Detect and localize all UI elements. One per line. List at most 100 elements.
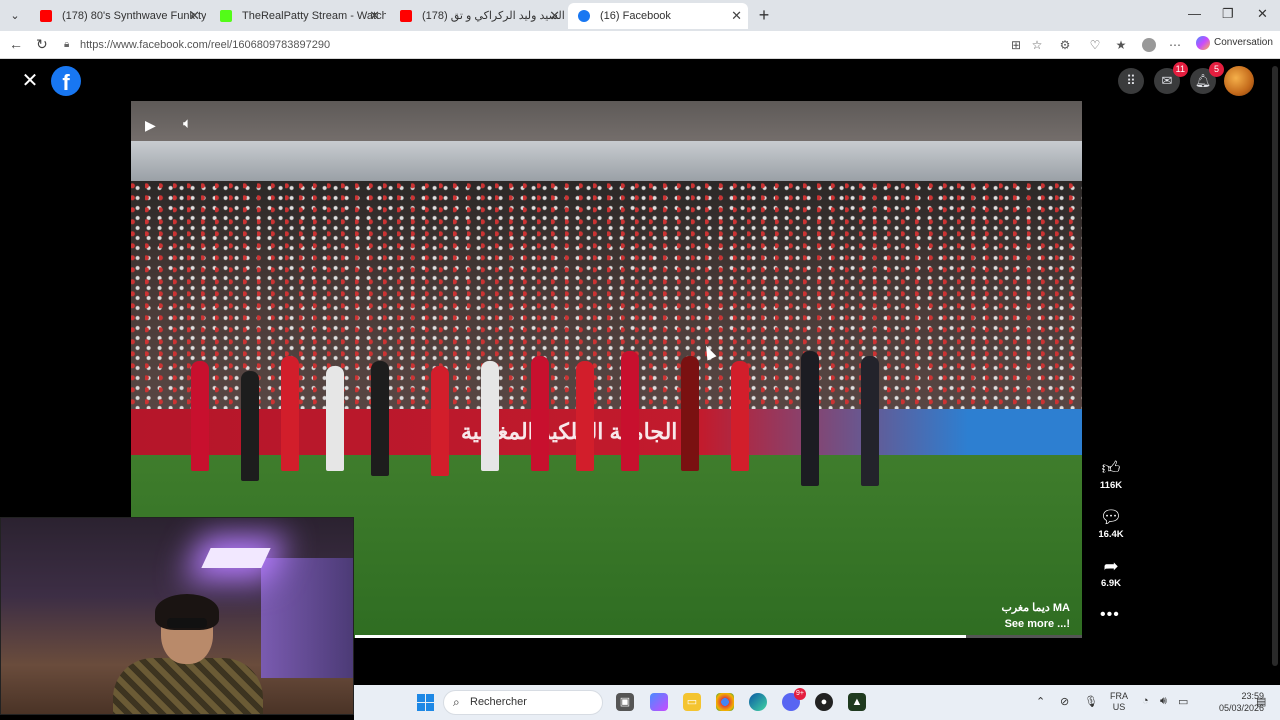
- webcam-person-body: [113, 658, 263, 714]
- comment-icon: 💬︎: [1099, 507, 1123, 527]
- notifications-bell-icon[interactable]: 🔔︎ 5: [1190, 62, 1224, 94]
- menu-grid-icon[interactable]: ⠿: [1118, 68, 1144, 94]
- close-icon[interactable]: ✕: [731, 3, 742, 29]
- stadium-crowd: [131, 181, 1082, 421]
- player: [681, 356, 699, 471]
- close-icon[interactable]: ✕: [369, 3, 380, 29]
- close-icon[interactable]: ✕: [20, 71, 40, 91]
- player: [731, 361, 749, 471]
- notification-center-icon[interactable]: ▤: [1256, 695, 1266, 708]
- new-tab-button[interactable]: +: [754, 5, 774, 25]
- taskbar-search[interactable]: ⌕ Rechercher: [443, 690, 603, 715]
- webcam-person-glasses: [167, 618, 207, 628]
- like-button[interactable]: 👍︎ 116K: [1094, 458, 1128, 491]
- file-explorer-icon[interactable]: ▭: [683, 693, 701, 711]
- player: [431, 366, 449, 476]
- tab-facebook[interactable]: (16) Facebook ✕: [568, 3, 748, 29]
- copilot-conversation-button[interactable]: Conversation: [1196, 36, 1273, 50]
- url-text: https://www.facebook.com/reel/1606809783…: [80, 39, 331, 51]
- microphone-icon[interactable]: 🎙︎: [1084, 695, 1098, 708]
- tab-list-dropdown[interactable]: ⌄: [6, 7, 24, 25]
- extensions-icon[interactable]: ⚙: [1058, 38, 1072, 52]
- comment-button[interactable]: 💬︎ 16.4K: [1094, 507, 1128, 540]
- tab-title: TheRealPatty Stream - Watch Live: [242, 10, 386, 22]
- webcam-overlay: [0, 517, 354, 715]
- language-code: FRA: [1110, 691, 1128, 701]
- facebook-logo[interactable]: f: [51, 66, 81, 96]
- search-placeholder: Rechercher: [470, 696, 527, 708]
- favorite-star-icon[interactable]: ☆: [1030, 38, 1044, 52]
- share-count: 6.9K: [1100, 578, 1122, 589]
- webcam-ceiling-light: [201, 548, 271, 568]
- profile-icon[interactable]: [1142, 38, 1156, 52]
- close-window-icon[interactable]: ✕: [1257, 6, 1268, 22]
- tab-kick-stream[interactable]: TheRealPatty Stream - Watch Live ✕: [210, 3, 386, 29]
- stadium-roof: [131, 141, 1082, 181]
- tab-title: (16) Facebook: [600, 10, 671, 22]
- share-icon: ➦: [1103, 556, 1119, 576]
- browser-essentials-icon[interactable]: ♡: [1088, 38, 1102, 52]
- copilot-app-icon[interactable]: [650, 693, 668, 711]
- like-count: 116K: [1099, 480, 1123, 491]
- refresh-icon[interactable]: ↻: [36, 36, 48, 53]
- player: [801, 351, 819, 486]
- reel-progress-bar[interactable]: [355, 635, 1082, 638]
- thumbs-up-icon: 👍︎: [1101, 458, 1121, 478]
- close-icon[interactable]: ✕: [189, 3, 200, 29]
- url-field[interactable]: 🔒︎ https://www.facebook.com/reel/1606809…: [60, 34, 1000, 56]
- favorites-icon[interactable]: ★: [1114, 38, 1128, 52]
- windows-taskbar: ⌕ Rechercher ▣ ▭ 9+ ● ▲ ⌃ ⊘ 🎙︎ FRA US ◔ …: [354, 685, 1280, 720]
- tab-youtube-arabic[interactable]: (178) تكريم السيد وليد الركراكي و تق ✕: [390, 3, 566, 29]
- player: [861, 356, 879, 486]
- page-scrollbar[interactable]: [1272, 66, 1278, 666]
- volume-icon[interactable]: 🔈︎: [183, 115, 192, 132]
- conversation-label: Conversation: [1214, 37, 1273, 48]
- copilot-icon: [1196, 36, 1210, 50]
- comment-count: 16.4K: [1098, 529, 1124, 540]
- see-more-link[interactable]: See more ...!: [1005, 618, 1070, 630]
- facebook-icon: [578, 10, 590, 22]
- discord-badge: 9+: [794, 688, 806, 700]
- more-menu-icon[interactable]: ⋯: [1168, 38, 1182, 52]
- messenger-icon[interactable]: ✉ 11: [1154, 62, 1188, 94]
- app-available-icon[interactable]: ⊞: [1009, 38, 1023, 52]
- keyboard-layout: US: [1112, 702, 1126, 712]
- chrome-icon[interactable]: [716, 693, 734, 711]
- close-icon[interactable]: ✕: [549, 3, 560, 29]
- play-icon[interactable]: ▶: [145, 117, 156, 134]
- minimize-icon[interactable]: —: [1188, 6, 1201, 21]
- reel-author[interactable]: ديما مغرب MA: [1001, 601, 1070, 614]
- task-view-icon[interactable]: ▣: [616, 693, 634, 711]
- tab-youtube-synthwave[interactable]: (178) 80's Synthwave Funk type Be ✕: [30, 3, 206, 29]
- wifi-icon[interactable]: ◔: [1142, 695, 1149, 707]
- player: [281, 356, 299, 471]
- reel-progress-fill: [355, 635, 966, 638]
- tab-title: (178) تكريم السيد وليد الركراكي و تق: [422, 10, 566, 22]
- tray-app-icon[interactable]: ⊘: [1060, 695, 1069, 708]
- avatar[interactable]: [1224, 66, 1254, 96]
- player: [576, 361, 594, 471]
- player: [531, 356, 549, 471]
- share-button[interactable]: ➦ 6.9K: [1094, 556, 1128, 589]
- more-options-icon[interactable]: •••: [1100, 606, 1120, 624]
- battery-icon[interactable]: ▭: [1178, 695, 1188, 708]
- back-icon[interactable]: ←: [9, 36, 23, 52]
- volume-icon[interactable]: 🔊︎: [1160, 695, 1167, 708]
- windows-start-icon[interactable]: [417, 694, 434, 711]
- player: [371, 361, 389, 476]
- discord-icon[interactable]: 9+: [782, 688, 806, 711]
- youtube-icon: [400, 10, 412, 22]
- notifications-badge: 5: [1209, 62, 1224, 77]
- edge-icon[interactable]: [749, 693, 767, 711]
- language-indicator[interactable]: FRA US: [1110, 691, 1128, 713]
- tray-expand-icon[interactable]: ⌃: [1036, 695, 1045, 708]
- player: [241, 371, 259, 481]
- player: [481, 361, 499, 471]
- tab-bar: ⌄ (178) 80's Synthwave Funk type Be ✕ Th…: [0, 0, 1280, 31]
- lock-icon: 🔒︎: [64, 39, 70, 50]
- terminal-app-icon[interactable]: ▲: [848, 693, 866, 711]
- player: [191, 361, 209, 471]
- obs-icon[interactable]: ●: [815, 693, 833, 711]
- maximize-icon[interactable]: ❐: [1222, 6, 1234, 22]
- address-toolbar: ← ↻ 🔒︎ https://www.facebook.com/reel/160…: [0, 31, 1280, 59]
